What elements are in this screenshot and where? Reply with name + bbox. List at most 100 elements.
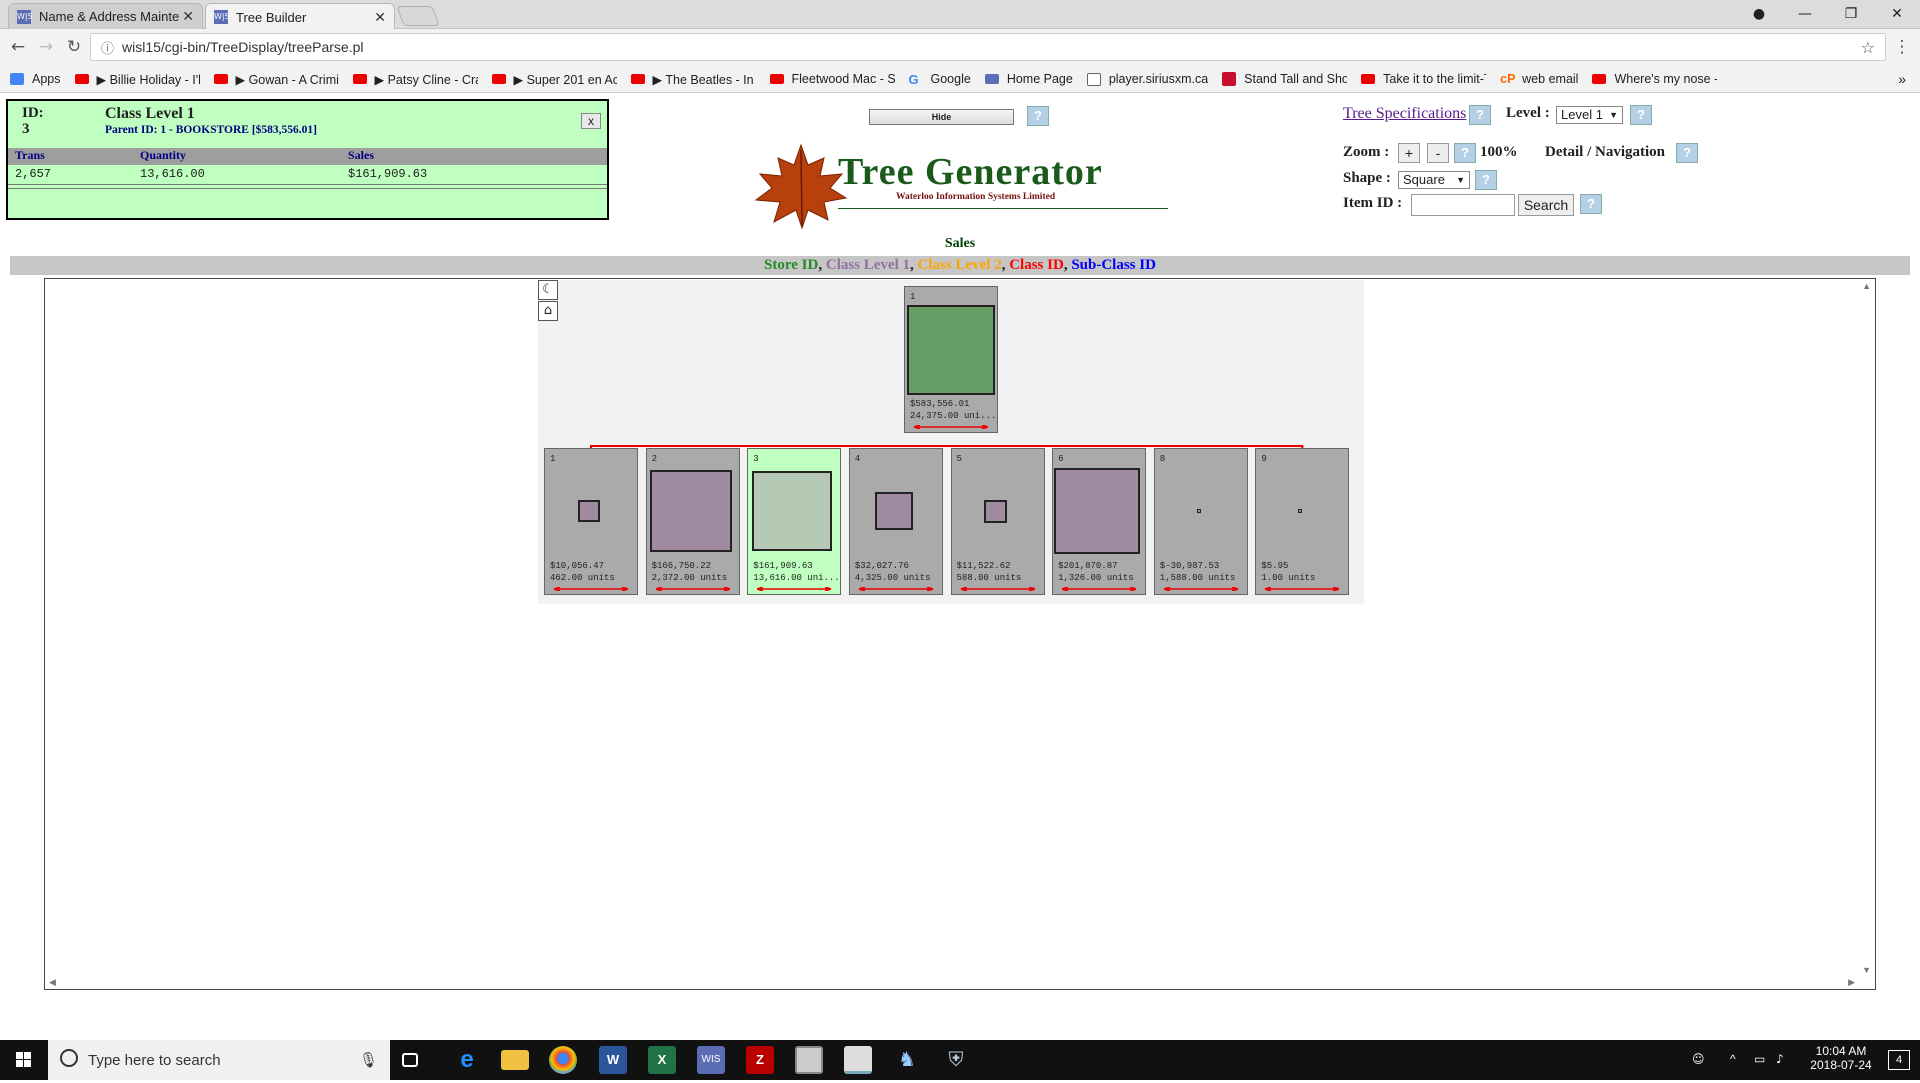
wisl-app-icon[interactable]: WIS [697,1046,725,1074]
expand-arrow-icon[interactable] [955,587,1041,591]
back-icon[interactable]: ← [6,35,30,59]
file-explorer-icon[interactable] [501,1050,529,1070]
excel-icon[interactable]: X [648,1046,676,1074]
shape-select[interactable]: Square ▼ [1398,171,1470,189]
level-select[interactable]: Level 1 ▼ [1556,106,1623,124]
expand-arrow-icon[interactable] [1056,587,1142,591]
bookmark-item[interactable]: G Google [909,72,971,87]
tree-specifications-link[interactable]: Tree Specifications [1343,105,1466,123]
reload-icon[interactable]: ↻ [62,35,86,59]
bookmark-apps[interactable]: Apps [10,72,61,86]
profile-icon[interactable]: ● [1736,0,1782,28]
scroll-left-arrow[interactable]: ◀ [49,977,56,988]
bookmark-item[interactable]: ▶ Gowan - A Crimin [213,72,339,87]
scroll-up-arrow[interactable]: ▲ [1862,281,1871,291]
search-button[interactable]: Search [1518,194,1574,216]
child-node-5[interactable]: 5 $11,522.62 588.00 units [950,448,1045,595]
notifications-icon[interactable]: 4 [1888,1050,1910,1070]
bookmark-item[interactable]: Take it to the limit-T [1361,72,1486,86]
item-id-input[interactable] [1411,194,1515,216]
bookmark-item[interactable]: ▶ Super 201 en Acti [491,72,617,87]
start-button[interactable] [0,1040,48,1080]
microphone-icon[interactable]: 🎙 [359,1051,378,1069]
app-horse-icon[interactable]: ♞ [893,1046,921,1074]
child-node-1[interactable]: 1 $10,056.47 462.00 units [544,448,638,595]
restore-button[interactable]: ❐ [1828,0,1874,28]
forward-icon[interactable]: → [34,35,58,59]
help-button[interactable]: ? [1676,143,1698,163]
word-icon[interactable]: W [599,1046,627,1074]
col-sales: Sales [348,148,375,162]
task-view-icon[interactable] [402,1053,418,1067]
help-button[interactable]: ? [1630,105,1652,125]
hide-button[interactable]: Hide [869,109,1014,125]
new-tab-button[interactable] [396,6,440,26]
bookmark-item[interactable]: ▶ Billie Holiday - I'l [74,72,200,87]
bookmark-item[interactable]: ▶ The Beatles - In M [630,72,756,87]
help-button[interactable]: ? [1580,194,1602,214]
bookmark-item[interactable]: Fleetwood Mac - Sa [769,72,895,86]
bookmark-item[interactable]: player.siriusxm.ca [1086,72,1208,86]
bookmark-item[interactable]: ▶ Patsy Cline - Craz [352,72,478,87]
node-units: 1,588.00 units [1159,573,1236,583]
bookmark-label: Home Page [1006,72,1073,86]
close-icon[interactable]: ✕ [182,8,194,25]
bookmark-item[interactable]: Stand Tall and Shout [1222,72,1347,86]
child-node-2[interactable]: 2 $166,750.22 2,372.00 units [645,448,740,595]
child-node-3[interactable]: 3 $161,909.63 13,616.00 uni... [747,448,842,595]
expand-arrow-icon[interactable] [1158,587,1244,591]
expand-arrow-icon[interactable] [853,587,939,591]
node-sales: $161,909.63 [753,561,813,571]
child-node-8[interactable]: 8 $-30,987.53 1,588.00 units [1153,448,1248,595]
taskbar-search[interactable]: Type here to search 🎙 [48,1040,390,1080]
root-node[interactable]: 1 $583,556.01 24,375.00 uni... [904,286,998,433]
expand-arrow-icon[interactable] [548,587,634,591]
help-button[interactable]: ? [1027,106,1049,126]
close-icon[interactable]: ✕ [374,9,386,26]
close-panel-button[interactable]: x [581,113,601,129]
edge-icon[interactable]: e [453,1046,481,1074]
window-icon[interactable] [795,1046,823,1074]
chrome-icon[interactable] [549,1046,577,1074]
bookmark-item[interactable]: cP web email [1500,72,1578,86]
bookmark-label: ▶ Patsy Cline - Craz [374,72,478,87]
scroll-down-arrow[interactable]: ▼ [1862,965,1871,975]
bookmark-label: Take it to the limit-T [1383,72,1487,86]
close-window-button[interactable]: ✕ [1874,0,1920,28]
help-button[interactable]: ? [1454,143,1476,163]
filezilla-icon[interactable]: Z [746,1046,774,1074]
tab-name-address[interactable]: W|S Name & Address Mainte ✕ [8,3,203,29]
network-icon[interactable]: ▭ [1754,1052,1765,1066]
child-node-4[interactable]: 4 $32,027.76 4,325.00 units [848,448,943,595]
bookmark-item[interactable]: Where's my nose - Y [1592,72,1717,86]
bookmark-item[interactable]: Home Page [984,72,1073,86]
volume-icon[interactable]: ♪ [1776,1052,1784,1066]
expand-arrow-icon[interactable] [1259,587,1345,591]
address-bar[interactable]: ⓘ wisl15/cgi-bin/TreeDisplay/treeParse.p… [90,33,1886,61]
help-button[interactable]: ? [1469,105,1491,125]
child-node-6[interactable]: 6 $201,870.87 1,326.00 units [1052,448,1147,595]
help-button[interactable]: ? [1475,170,1497,190]
tray-chevron-icon[interactable]: ^ [1730,1052,1736,1066]
star-icon[interactable]: ☆ [1861,38,1875,57]
calculator-icon[interactable] [844,1046,872,1074]
menu-icon[interactable]: ⋮ [1890,35,1914,59]
expand-arrow-icon[interactable] [650,587,736,591]
zoom-out-button[interactable]: - [1427,143,1449,163]
people-icon[interactable]: ☺ [1692,1052,1705,1066]
minimize-button[interactable]: — [1782,0,1828,28]
search-icon [60,1049,78,1067]
detail-navigation-label: Detail / Navigation [1545,144,1665,160]
url-text: wisl15/cgi-bin/TreeDisplay/treeParse.pl [122,39,364,55]
logo-subtitle: Waterloo Information Systems Limited [896,192,1056,202]
expand-arrow-icon[interactable] [908,425,994,429]
shield-icon[interactable]: ⛨ [942,1046,970,1074]
info-icon[interactable]: ⓘ [101,38,114,57]
scroll-right-arrow[interactable]: ▶ [1848,977,1855,988]
zoom-in-button[interactable]: + [1398,143,1420,163]
clock[interactable]: 10:04 AM 2018-07-24 [1806,1044,1876,1072]
bookmarks-overflow[interactable]: » [1898,71,1906,87]
expand-arrow-icon[interactable] [751,587,837,591]
child-node-9[interactable]: 9 $5.95 1.00 units [1255,448,1350,595]
tab-tree-builder[interactable]: W|S Tree Builder ✕ [205,3,395,30]
